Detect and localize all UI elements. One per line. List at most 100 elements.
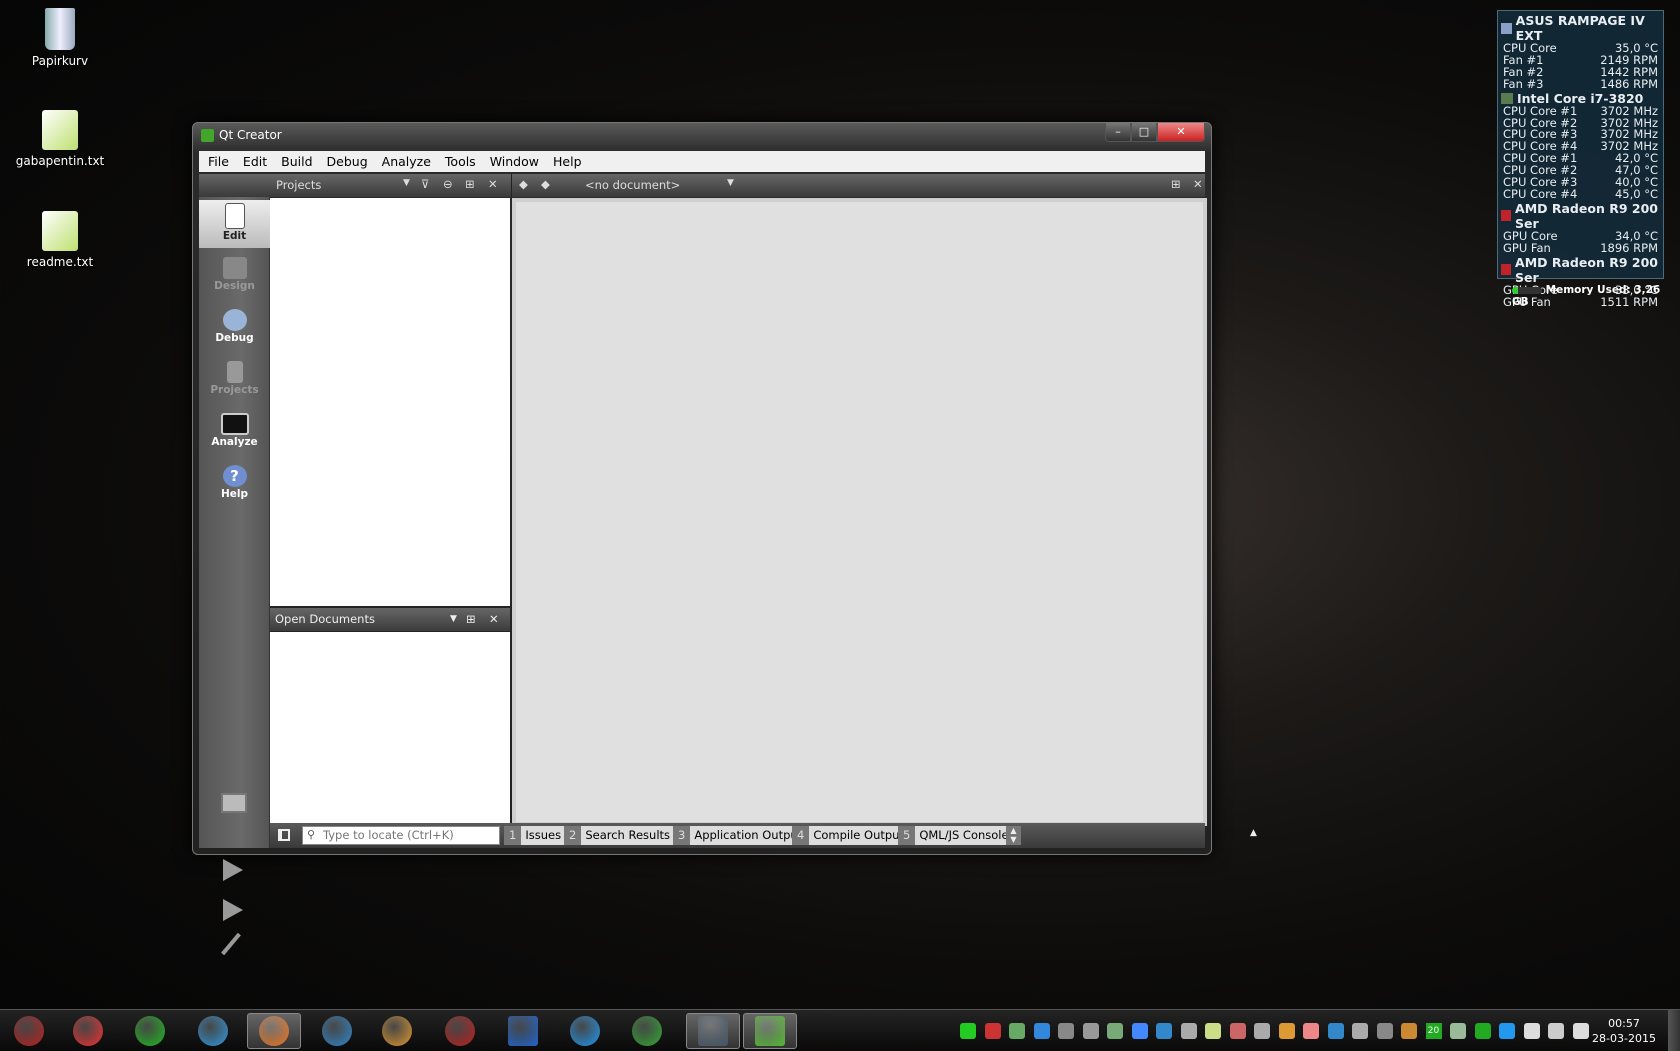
desktop-icon-readme[interactable]: readme.txt	[10, 211, 110, 269]
menu-analyze[interactable]: Analyze	[375, 154, 438, 169]
tray-icon[interactable]	[1033, 1023, 1050, 1039]
taskbar-ccleaner[interactable]	[558, 1013, 612, 1049]
clock[interactable]: 00:57 28-03-2015	[1592, 1016, 1656, 1046]
sensor-label: Fan #3	[1503, 76, 1544, 91]
tray-icon[interactable]	[1450, 1023, 1466, 1039]
chevron-down-icon[interactable]: ▼	[727, 178, 734, 188]
debug-run-icon[interactable]	[223, 899, 243, 921]
mode-help[interactable]: ? Help	[199, 461, 270, 509]
menu-edit[interactable]: Edit	[236, 154, 274, 169]
tray-icon[interactable]	[1474, 1023, 1491, 1039]
tray-icon[interactable]	[1278, 1023, 1295, 1039]
hardware-icon	[1501, 92, 1513, 104]
back-arrow-icon[interactable]: ◆	[519, 177, 528, 191]
projects-view-selector[interactable]: Projects	[276, 178, 321, 192]
taskbar-editor-app[interactable]	[686, 1013, 740, 1049]
split-icon[interactable]: ⊞	[466, 608, 476, 630]
taskbar-internet-explorer[interactable]	[186, 1013, 240, 1049]
close-editor-icon[interactable]: ✕	[1193, 177, 1203, 191]
taskbar-power-app[interactable]	[620, 1013, 674, 1049]
tray-icon[interactable]	[1352, 1023, 1368, 1039]
title-bar[interactable]: Qt Creator – □ ✕	[193, 123, 1211, 149]
tray-icon[interactable]	[1401, 1023, 1417, 1039]
link-icon[interactable]: ⊖	[443, 177, 453, 191]
projects-tree[interactable]	[270, 198, 510, 606]
tab-compile-output[interactable]: 4 Compile Output	[792, 826, 908, 845]
mode-analyze[interactable]: Analyze	[199, 409, 270, 457]
desktop-icon-gabapentin[interactable]: gabapentin.txt	[10, 110, 110, 168]
tray-icon[interactable]	[1180, 1023, 1197, 1039]
tray-icon[interactable]	[1009, 1023, 1025, 1039]
show-desktop-button[interactable]	[1668, 1010, 1680, 1051]
taskbar-beyond-compare[interactable]	[496, 1013, 550, 1049]
taskbar-spreadsheet[interactable]	[123, 1013, 177, 1049]
taskbar-qt-creator[interactable]	[743, 1013, 797, 1049]
tray-icon[interactable]	[1205, 1023, 1221, 1039]
tab-search-results[interactable]: 2 Search Results	[564, 826, 675, 845]
locator-input[interactable]	[323, 828, 493, 842]
tray-icon[interactable]	[1303, 1023, 1319, 1039]
kit-selector-computer-icon[interactable]	[221, 793, 247, 813]
taskbar-thunderbird[interactable]	[310, 1013, 364, 1049]
menu-debug[interactable]: Debug	[320, 154, 375, 169]
tray-icon[interactable]	[960, 1023, 976, 1039]
menu-help[interactable]: Help	[546, 154, 589, 169]
taskbar-gear-app[interactable]	[433, 1013, 487, 1049]
more-tabs-spinner-icon[interactable]: ▲ ▼	[1006, 826, 1021, 845]
taskbar-firefox[interactable]	[247, 1013, 301, 1049]
tray-icon[interactable]	[1107, 1023, 1123, 1039]
menu-file[interactable]: File	[201, 154, 236, 169]
tray-icon[interactable]	[1156, 1023, 1172, 1039]
tab-issues[interactable]: 1 Issues	[504, 826, 566, 845]
tray-icon[interactable]	[1523, 1023, 1540, 1039]
close-button[interactable]: ✕	[1157, 123, 1205, 142]
chevron-down-icon[interactable]: ▼	[450, 608, 457, 630]
hardware-icon	[1501, 22, 1512, 34]
mode-edit[interactable]: Edit	[199, 200, 270, 248]
open-documents-list[interactable]	[270, 632, 510, 825]
tray-icon[interactable]	[1082, 1023, 1099, 1039]
open-documents-title[interactable]: Open Documents	[275, 612, 375, 626]
split-icon[interactable]: ⊞	[1171, 177, 1181, 191]
taskbar-media-player[interactable]	[370, 1013, 424, 1049]
chevron-down-icon[interactable]: ▼	[403, 178, 410, 188]
editor-area[interactable]	[512, 198, 1207, 826]
tray-icon[interactable]: 20	[1425, 1023, 1442, 1039]
tray-icon[interactable]	[1376, 1023, 1393, 1039]
tray-icon[interactable]	[1499, 1023, 1515, 1039]
toggle-sidebar-icon[interactable]	[278, 829, 290, 841]
document-selector[interactable]: <no document>	[585, 178, 680, 192]
mode-debug[interactable]: Debug	[199, 305, 270, 353]
close-pane-icon[interactable]: ✕	[489, 608, 499, 630]
mode-design[interactable]: Design	[199, 253, 270, 301]
tray-icon[interactable]	[1254, 1023, 1270, 1039]
menu-tools[interactable]: Tools	[438, 154, 483, 169]
tray-icon[interactable]	[1229, 1023, 1246, 1039]
filter-icon[interactable]: ⊽	[421, 177, 429, 191]
tab-qml-console[interactable]: 5 QML/JS Console	[898, 826, 1013, 845]
split-icon[interactable]: ⊞	[465, 177, 475, 191]
mode-projects[interactable]: Projects	[199, 357, 270, 405]
tray-icon[interactable]	[1572, 1023, 1589, 1039]
taskbar-start-orb[interactable]	[2, 1013, 56, 1049]
forward-arrow-icon[interactable]: ◆	[541, 177, 550, 191]
tray-icon[interactable]	[1327, 1023, 1344, 1039]
expand-output-icon[interactable]: ▲	[1250, 828, 1257, 838]
locator-input-box[interactable]: ⚲	[302, 826, 500, 845]
edit-document-icon	[224, 203, 245, 229]
build-hammer-icon[interactable]	[221, 932, 241, 956]
tray-icon[interactable]	[1131, 1023, 1148, 1039]
close-pane-icon[interactable]: ✕	[488, 177, 498, 191]
menu-build[interactable]: Build	[274, 154, 319, 169]
menu-window[interactable]: Window	[483, 154, 546, 169]
tray-icon[interactable]	[1548, 1023, 1564, 1039]
minimize-button[interactable]: –	[1105, 123, 1131, 142]
maximize-button[interactable]: □	[1131, 123, 1157, 142]
run-icon[interactable]	[223, 859, 243, 881]
tab-application-output[interactable]: 3 Application Output	[673, 826, 807, 845]
desktop-icon-recycle-bin[interactable]: Papirkurv	[10, 8, 110, 68]
tray-icon[interactable]	[984, 1023, 1001, 1039]
power-app-icon	[632, 1016, 662, 1046]
taskbar-task-list[interactable]	[61, 1013, 115, 1049]
tray-icon[interactable]	[1058, 1023, 1074, 1039]
